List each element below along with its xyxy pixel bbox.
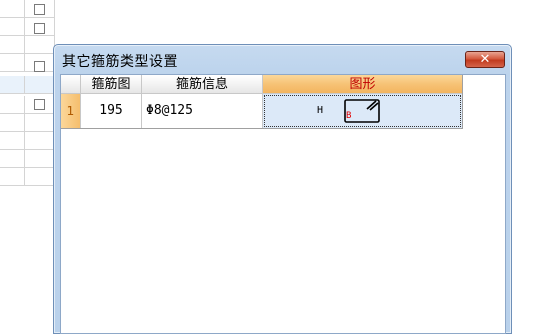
row-checkbox[interactable] — [34, 23, 45, 34]
stirrup-grid: 箍筋图 箍筋信息 图形 1 195 Φ8@125 H B — [61, 75, 463, 129]
background-row — [0, 54, 55, 72]
background-row — [0, 76, 55, 94]
stirrup-type-dialog: 其它箍筋类型设置 ✕ 箍筋图 箍筋信息 图形 1 195 Φ8@125 H B — [53, 44, 512, 334]
column-header-stirrup-info[interactable]: 箍筋信息 — [142, 75, 263, 94]
background-row — [0, 168, 55, 186]
cell-stirrup-info[interactable]: Φ8@125 — [142, 94, 263, 128]
background-row — [0, 18, 55, 36]
row-checkbox[interactable] — [34, 61, 45, 72]
close-icon: ✕ — [479, 52, 491, 67]
dialog-titlebar[interactable]: 其它箍筋类型设置 ✕ — [54, 45, 511, 75]
background-row — [0, 36, 55, 54]
row-checkbox[interactable] — [34, 4, 45, 15]
dialog-client-area: 箍筋图 箍筋信息 图形 1 195 Φ8@125 H B — [60, 74, 506, 334]
close-button[interactable]: ✕ — [465, 51, 505, 68]
background-row — [0, 150, 55, 168]
shape-label-h: H — [317, 105, 324, 116]
background-row — [0, 132, 55, 150]
grid-corner-header[interactable] — [61, 75, 81, 94]
row-header[interactable]: 1 — [61, 94, 81, 128]
background-row — [0, 96, 55, 114]
column-header-shape[interactable]: 图形 — [263, 75, 462, 94]
column-header-stirrup-figure[interactable]: 箍筋图 — [81, 75, 142, 94]
row-checkbox[interactable] — [34, 99, 45, 110]
cell-shape[interactable]: H B — [263, 94, 462, 128]
background-row — [0, 114, 55, 132]
cell-stirrup-figure[interactable]: 195 — [81, 94, 142, 128]
dialog-title: 其它箍筋类型设置 — [62, 54, 178, 70]
background-row — [0, 0, 55, 18]
shape-label-b: B — [346, 111, 352, 121]
